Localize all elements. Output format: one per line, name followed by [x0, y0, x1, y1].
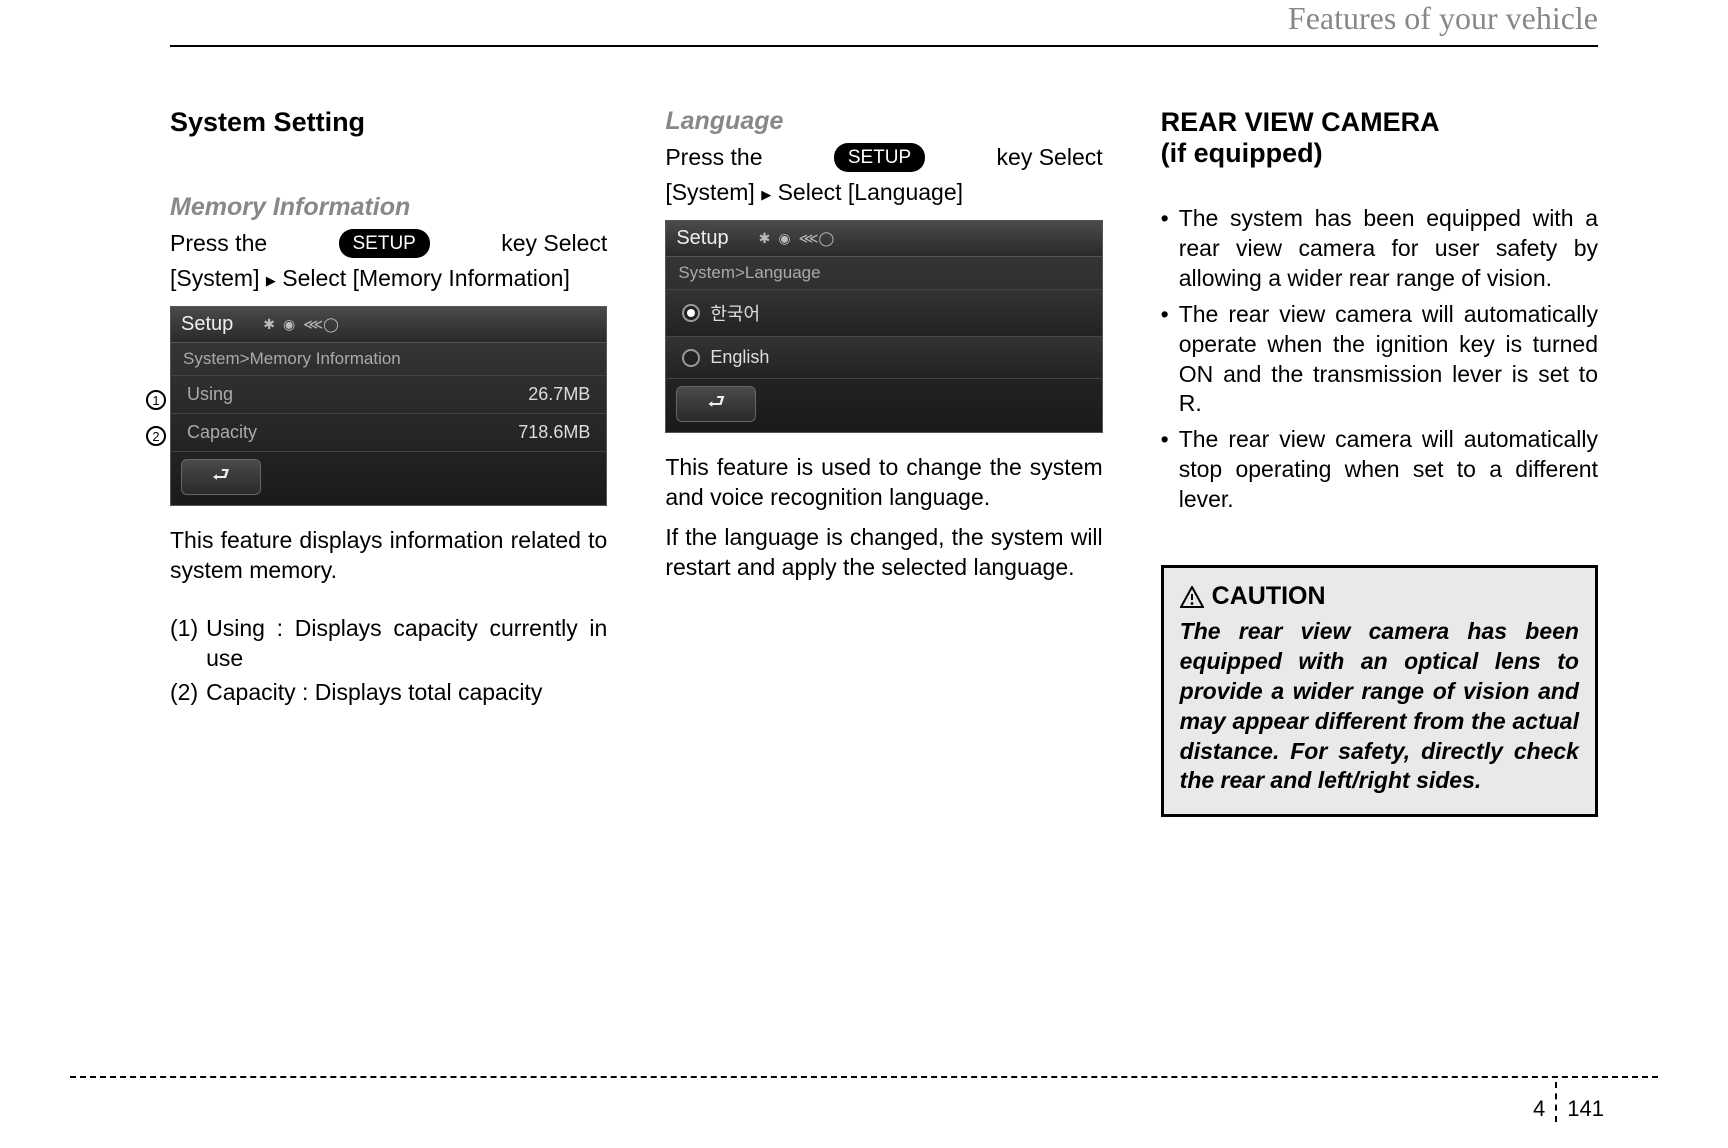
bullet-dot-icon: • [1161, 425, 1169, 515]
language-option-english[interactable]: English [666, 336, 1101, 378]
text-press-the: Press the [665, 142, 762, 173]
page-header: Features of your vehicle [170, 0, 1598, 47]
mute-icon: ⋘◯ [799, 230, 835, 247]
screenshot-breadcrumb: System>Memory Information [171, 343, 606, 375]
screenshot-topbar: Setup ✱ ◉ ⋘◯ [666, 221, 1101, 257]
bullet-text: The system has been equipped with a rear… [1179, 204, 1598, 294]
page: Features of your vehicle System Setting … [0, 0, 1728, 1148]
language-instruction: Press the SETUP key Select [665, 142, 1102, 173]
list-text: Capacity : Displays total capacity [206, 678, 542, 708]
footer-divider [70, 1076, 1658, 1078]
language-description-2: If the language is changed, the system w… [665, 523, 1102, 583]
language-instruction-line2: [System] ▶ Select [Language] [665, 177, 1102, 208]
back-icon: ⮐ [707, 387, 725, 421]
memory-instruction: Press the SETUP key Select [170, 228, 607, 259]
value-capacity: 718.6MB [518, 422, 590, 443]
subheading-language: Language [665, 107, 1102, 136]
list-item: (1) Using : Displays capacity currently … [170, 614, 607, 674]
back-button[interactable]: ⮐ [676, 386, 756, 422]
screenshot-topbar: Setup ✱ ◉ ⋘◯ [171, 307, 606, 343]
row-capacity: Capacity 718.6MB [171, 413, 606, 451]
list-text: Using : Displays capacity currently in u… [206, 614, 607, 674]
back-row: ⮐ [171, 451, 606, 505]
memory-description: This feature displays information relate… [170, 526, 607, 586]
bullet-item: • The rear view camera will automaticall… [1161, 425, 1598, 515]
back-button[interactable]: ⮐ [181, 459, 261, 495]
row-using: Using 26.7MB [171, 375, 606, 413]
screenshot-breadcrumb: System>Language [666, 257, 1101, 289]
columns: System Setting Memory Information Press … [170, 107, 1598, 817]
bullet-dot-icon: • [1161, 204, 1169, 294]
bluetooth-icon: ✱ [263, 316, 275, 333]
text-key-select: key Select [501, 228, 607, 259]
screenshot-title: Setup [181, 313, 233, 336]
bullet-text: The rear view camera will automatically … [1179, 300, 1598, 420]
status-icon: ◉ [283, 316, 295, 333]
caution-box: CAUTION The rear view camera has been eq… [1161, 565, 1598, 817]
bullet-dot-icon: • [1161, 300, 1169, 420]
memory-screenshot: Setup ✱ ◉ ⋘◯ System>Memory Information U… [170, 306, 607, 506]
option-label: English [710, 347, 769, 368]
caution-body: The rear view camera has been equipped w… [1180, 617, 1579, 796]
language-description-1: This feature is used to change the syste… [665, 453, 1102, 513]
status-icon: ◉ [778, 230, 790, 247]
setup-key-badge: SETUP [834, 143, 925, 173]
title-line-2: (if equipped) [1161, 138, 1323, 168]
triangle-icon: ▶ [761, 187, 771, 202]
bullet-list: • The system has been equipped with a re… [1161, 204, 1598, 515]
back-icon: ⮐ [212, 460, 230, 494]
memory-instruction-line2: [System] ▶ Select [Memory Information] [170, 263, 607, 294]
bluetooth-icon: ✱ [759, 230, 771, 247]
list-number: (2) [170, 678, 198, 708]
status-icons: ✱ ◉ ⋘◯ [263, 316, 339, 333]
value-using: 26.7MB [528, 384, 590, 405]
list-item: (2) Capacity : Displays total capacity [170, 678, 607, 708]
memory-screenshot-wrap: 1 2 Setup ✱ ◉ ⋘◯ System>Memory Informati… [170, 306, 607, 506]
section-title-system-setting: System Setting [170, 107, 607, 138]
callout-1: 1 [146, 390, 166, 410]
text-key-select: key Select [997, 142, 1103, 173]
column-1: System Setting Memory Information Press … [170, 107, 607, 817]
status-icons: ✱ ◉ ⋘◯ [759, 230, 835, 247]
caution-label: CAUTION [1212, 582, 1326, 611]
chapter-number: 4 [1533, 1082, 1557, 1122]
back-row: ⮐ [666, 378, 1101, 432]
page-number: 4 141 [1533, 1082, 1604, 1122]
title-line-1: REAR VIEW CAMERA [1161, 107, 1440, 137]
screenshot-title: Setup [676, 227, 728, 250]
text-press-the: Press the [170, 228, 267, 259]
bullet-item: • The system has been equipped with a re… [1161, 204, 1598, 294]
mute-icon: ⋘◯ [303, 316, 339, 333]
triangle-icon: ▶ [266, 273, 276, 288]
column-2: Language Press the SETUP key Select [Sys… [665, 107, 1102, 817]
page-number-value: 141 [1567, 1082, 1604, 1122]
column-3: REAR VIEW CAMERA (if equipped) • The sys… [1161, 107, 1598, 817]
bullet-item: • The rear view camera will automaticall… [1161, 300, 1598, 420]
option-label: 한국어 [710, 300, 760, 326]
list-number: (1) [170, 614, 198, 674]
label-using: Using [187, 384, 233, 405]
caution-heading: CAUTION [1180, 582, 1579, 611]
setup-key-badge: SETUP [339, 229, 430, 259]
warning-triangle-icon [1180, 586, 1204, 608]
bullet-text: The rear view camera will automatically … [1179, 425, 1598, 515]
radio-selected-icon [682, 304, 700, 322]
section-title-rear-view-camera: REAR VIEW CAMERA (if equipped) [1161, 107, 1598, 169]
header-title: Features of your vehicle [1288, 0, 1598, 36]
language-screenshot: Setup ✱ ◉ ⋘◯ System>Language 한국어 English [665, 220, 1102, 433]
memory-list: (1) Using : Displays capacity currently … [170, 614, 607, 708]
subheading-memory-information: Memory Information [170, 193, 607, 222]
callout-2: 2 [146, 426, 166, 446]
radio-unselected-icon [682, 349, 700, 367]
language-option-korean[interactable]: 한국어 [666, 289, 1101, 336]
label-capacity: Capacity [187, 422, 257, 443]
